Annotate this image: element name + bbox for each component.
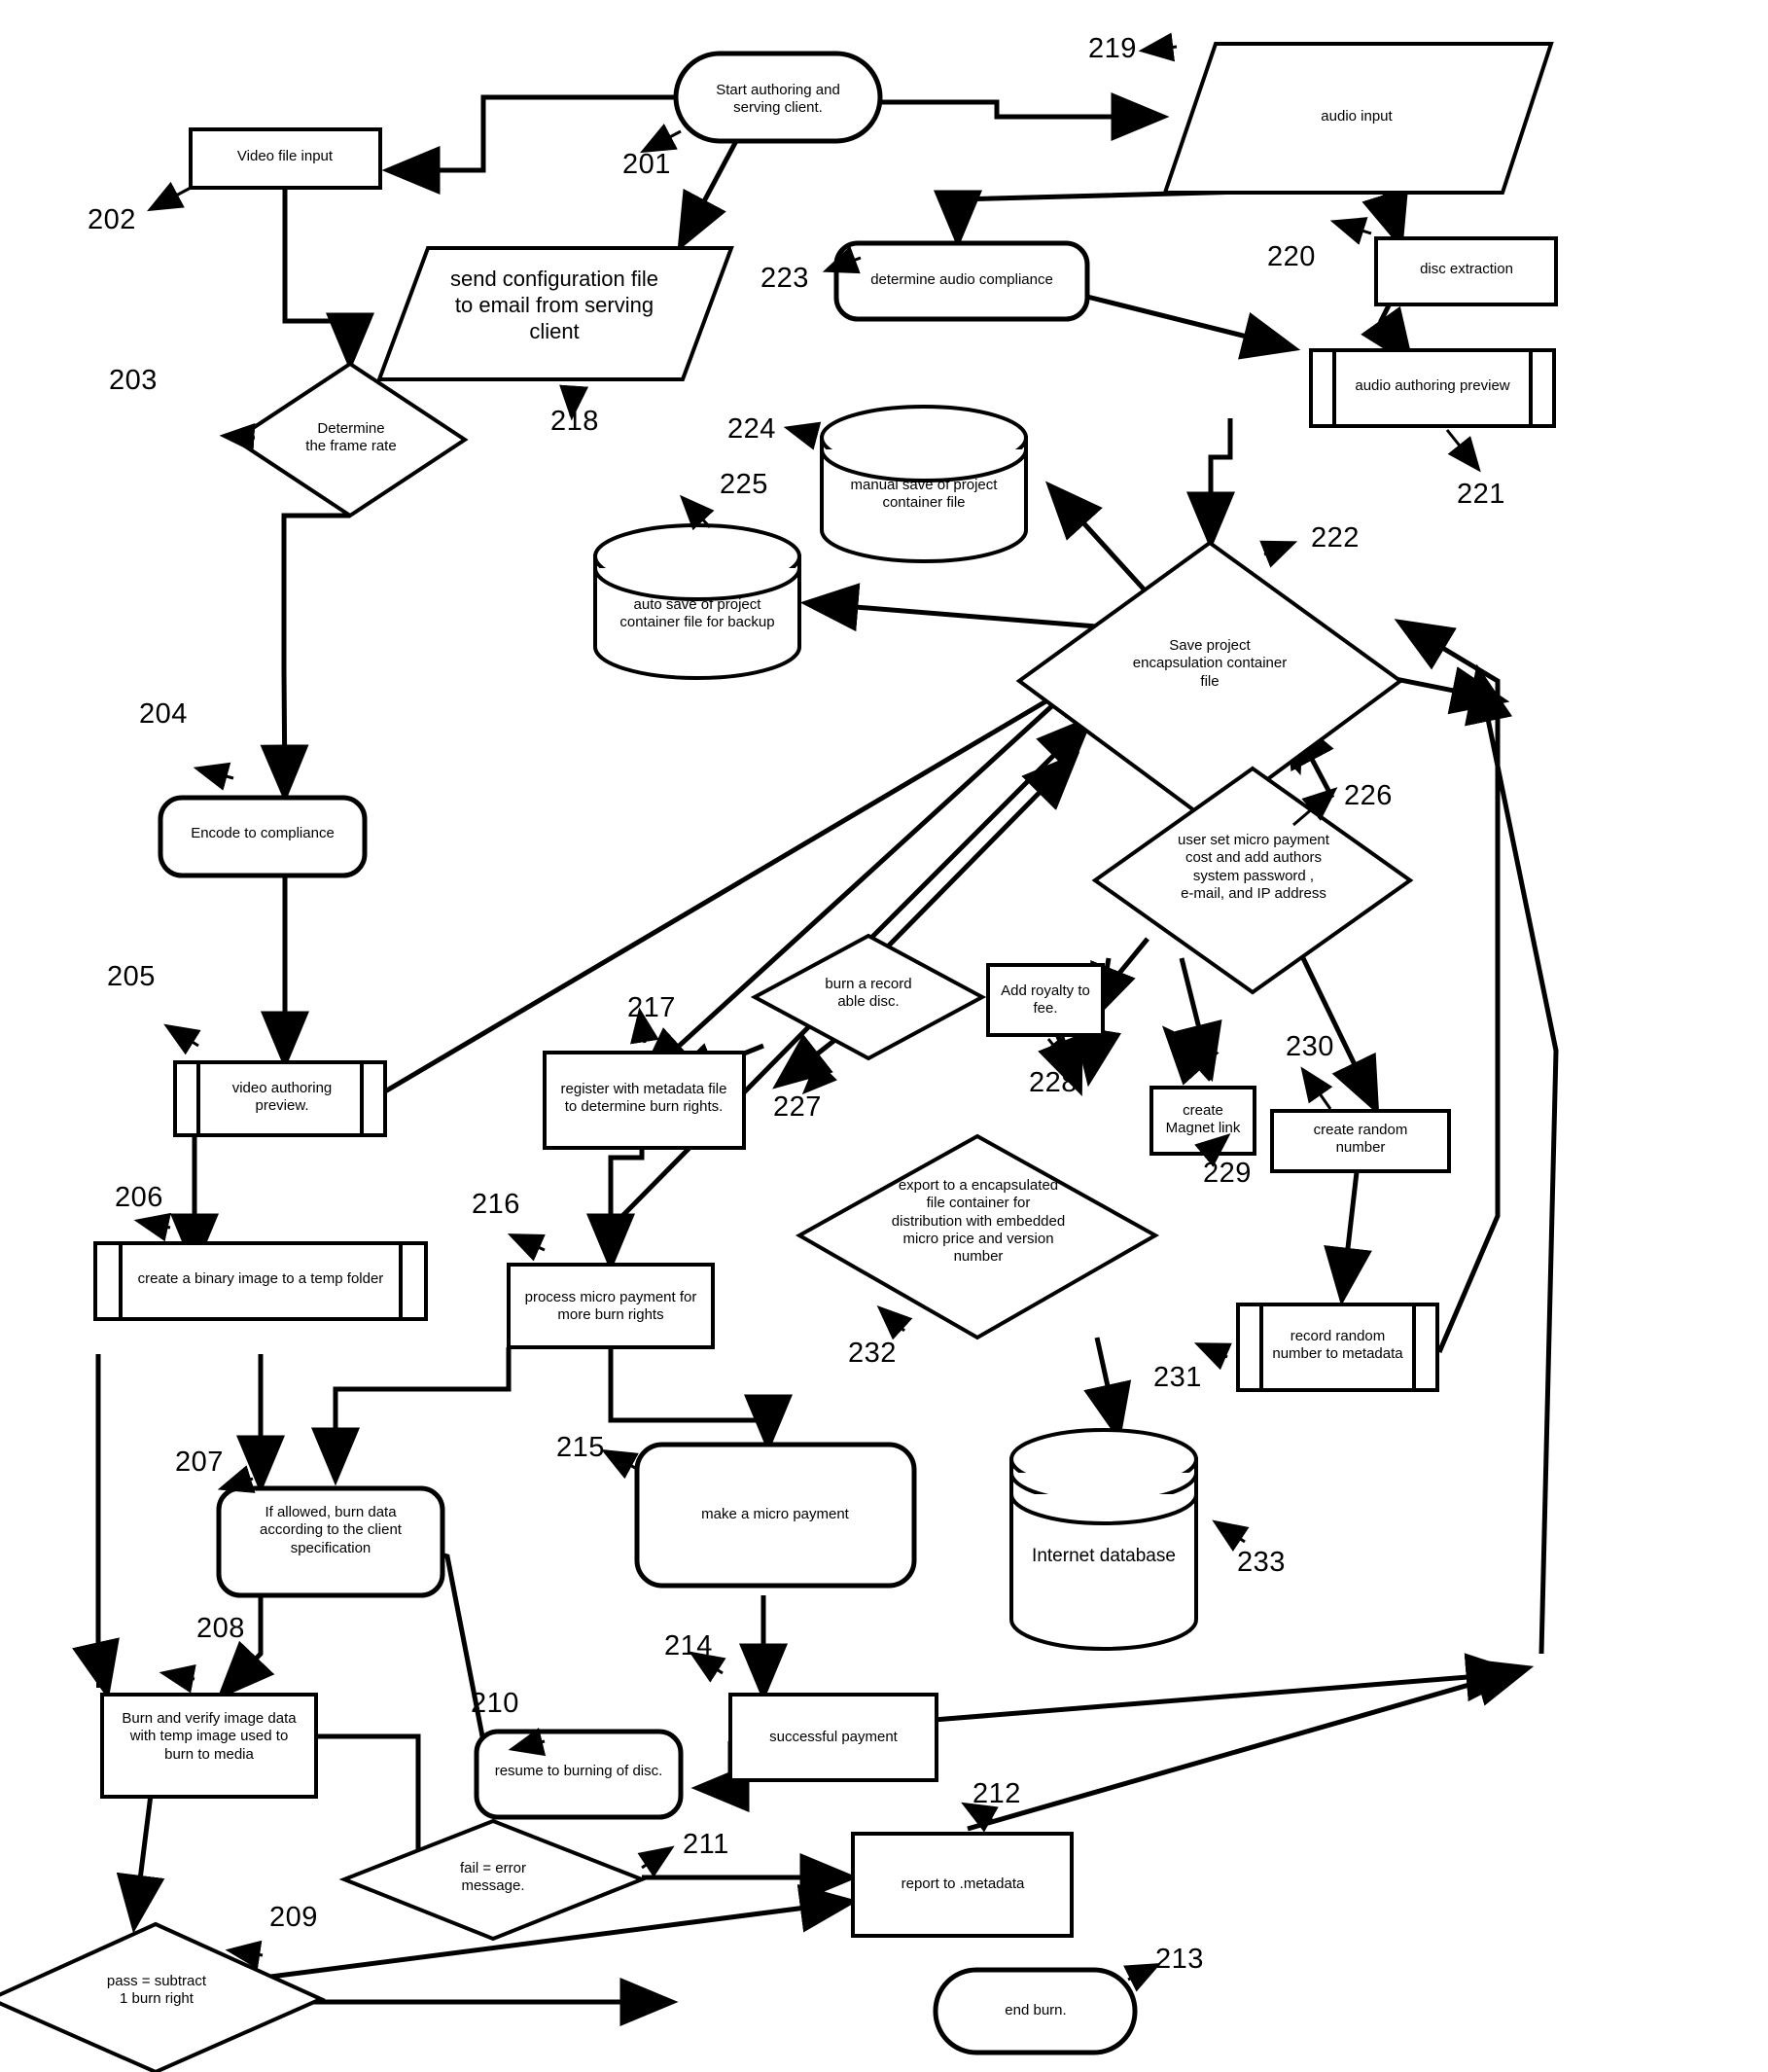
ref-number-208: 208 (196, 1613, 245, 1644)
ref-number-215: 215 (556, 1432, 605, 1463)
ref-number-212: 212 (972, 1778, 1021, 1809)
ref-number-204: 204 (139, 698, 188, 730)
ref-number-213: 213 (1155, 1944, 1204, 1975)
ref-number-218: 218 (550, 406, 599, 437)
ref-number-220: 220 (1267, 241, 1316, 272)
ref-number-229: 229 (1203, 1158, 1252, 1189)
ref-number-206: 206 (115, 1182, 163, 1213)
ref-number-214: 214 (664, 1630, 713, 1661)
ref-number-216: 216 (472, 1189, 520, 1220)
ref-number-205: 205 (107, 961, 156, 992)
ref-number-232: 232 (848, 1338, 897, 1369)
ref-number-201: 201 (622, 149, 671, 180)
ref-number-226: 226 (1344, 780, 1393, 811)
ref-number-222: 222 (1311, 522, 1360, 554)
ref-number-202: 202 (88, 204, 136, 235)
ref-number-233: 233 (1237, 1547, 1286, 1578)
ref-number-228: 228 (1029, 1067, 1078, 1098)
ref-number-217: 217 (627, 992, 676, 1023)
flowchart-diagram: Start authoring and serving client. Vide… (0, 0, 1768, 2072)
ref-number-230: 230 (1286, 1031, 1334, 1062)
ref-number-221: 221 (1457, 479, 1505, 510)
ref-number-224: 224 (727, 413, 776, 445)
ref-number-210: 210 (471, 1688, 519, 1719)
ref-number-203: 203 (109, 365, 158, 396)
ref-number-207: 207 (175, 1447, 224, 1478)
ref-number-219: 219 (1088, 33, 1137, 64)
ref-number-223: 223 (760, 263, 809, 294)
ref-number-227: 227 (773, 1091, 822, 1123)
ref-number-231: 231 (1153, 1362, 1202, 1393)
reference-leader-layer (133, 32, 1481, 1992)
ref-number-211: 211 (683, 1829, 729, 1860)
ref-number-209: 209 (269, 1902, 318, 1933)
ref-number-225: 225 (720, 469, 768, 500)
